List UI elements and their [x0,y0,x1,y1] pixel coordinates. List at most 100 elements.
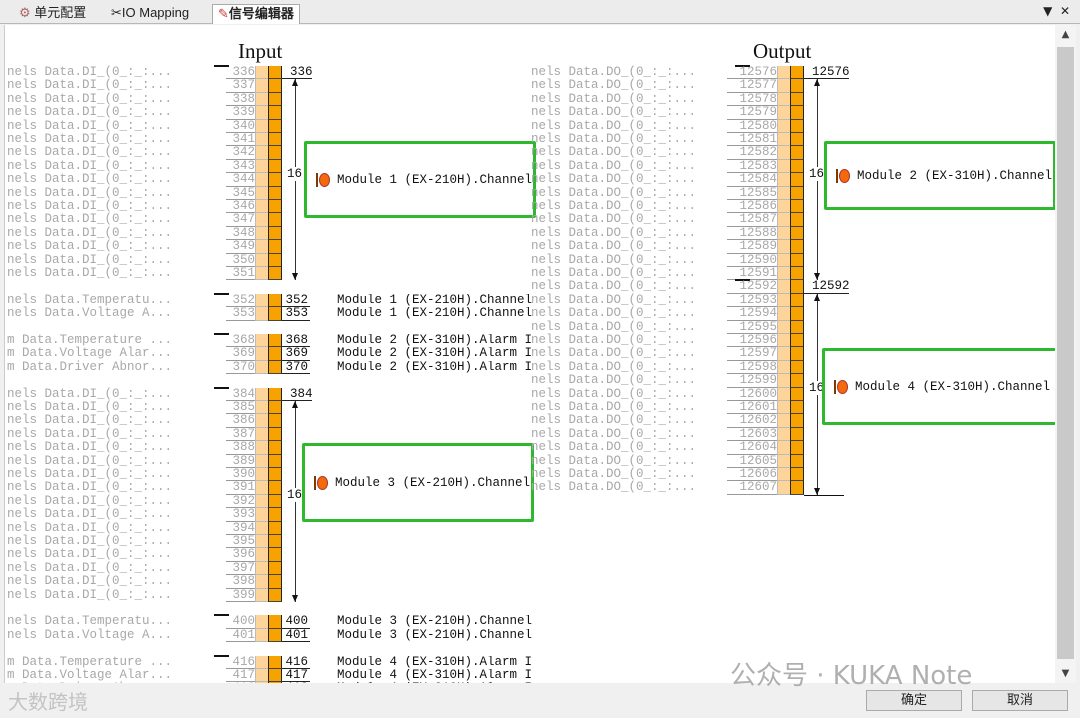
bit-cell[interactable] [790,401,804,415]
signal-label[interactable]: nels Data.DI_(0_:_:... [7,212,172,226]
bit-cell-light[interactable] [777,146,790,160]
bit-cell-light[interactable] [255,159,268,174]
signal-label[interactable]: nels Data.DO_(0_:_:... [531,239,696,253]
mapped-module-text[interactable]: Module 1 (EX-210H).Channel [337,307,533,320]
bit-cell[interactable] [268,293,282,308]
bit-cell-light[interactable] [777,253,790,267]
bit-cell-light[interactable] [777,360,790,375]
bit-cell-light[interactable] [255,334,268,348]
signal-label[interactable]: nels Data.DO_(0_:_:... [531,454,696,468]
bit-cell-light[interactable] [255,669,268,683]
bit-cell[interactable] [268,186,282,200]
bit-cell-light[interactable] [777,468,790,482]
cancel-button[interactable]: 取消 [972,690,1068,711]
bit-cell-light[interactable] [777,401,790,415]
bit-cell[interactable] [790,454,804,468]
bit-cell[interactable] [268,106,282,120]
bit-cell-light[interactable] [777,240,790,254]
bit-cell-light[interactable] [777,414,790,428]
bit-cell-light[interactable] [255,481,268,495]
bit-cell-light[interactable] [777,454,790,468]
bit-cell[interactable] [790,66,804,80]
signal-label[interactable]: nels Data.DI_(0_:_:... [7,494,172,508]
tab-signal-editor[interactable]: ✎信号编辑器 [212,4,300,24]
bit-cell[interactable] [790,133,804,147]
bit-cell[interactable] [268,173,282,187]
signal-label[interactable]: nels Data.DO_(0_:_:... [531,320,696,334]
bit-cell-light[interactable] [777,106,790,120]
bit-cell-light[interactable] [777,119,790,133]
signal-label[interactable]: nels Data.DI_(0_:_:... [7,480,172,494]
bit-cell[interactable] [268,240,282,254]
bit-cell[interactable] [268,146,282,160]
tab-io-mapping[interactable]: ✂IO Mapping [106,4,194,24]
signal-label[interactable]: nels Data.DO_(0_:_:... [531,159,696,173]
bit-cell[interactable] [268,307,282,321]
signal-label[interactable]: nels Data.DI_(0_:_:... [7,454,172,468]
bit-cell-light[interactable] [777,307,790,321]
signal-label[interactable]: nels Data.DI_(0_:_:... [7,78,172,92]
signal-label[interactable]: nels Data.DI_(0_:_:... [7,534,172,548]
bit-cell[interactable] [268,159,282,174]
signal-label[interactable]: nels Data.DO_(0_:_:... [531,105,696,119]
signal-label[interactable]: nels Data.DI_(0_:_:... [7,547,172,561]
signal-label[interactable]: nels Data.DI_(0_:_:... [7,574,172,588]
signal-label[interactable]: m Data.Temperature ... [7,655,172,669]
module-box[interactable]: Module 1 (EX-210H).Channel [304,141,536,218]
scroll-down-icon[interactable]: ▼ [1055,668,1076,679]
signal-label[interactable]: nels Data.Temperatu... [7,293,172,307]
bit-cell-light[interactable] [777,200,790,214]
signal-label[interactable]: nels Data.DO_(0_:_:... [531,427,696,441]
bit-cell-light[interactable] [777,159,790,174]
signal-label[interactable]: m Data.Driver Abnor... [7,360,172,374]
bit-cell-light[interactable] [777,441,790,455]
bit-cell-light[interactable] [255,414,268,428]
bit-cell-light[interactable] [255,468,268,482]
bit-cell-light[interactable] [255,387,268,401]
bit-cell[interactable] [268,628,282,643]
bit-cell-light[interactable] [777,481,790,495]
bit-cell[interactable] [268,226,282,241]
bit-cell-light[interactable] [255,240,268,254]
signal-label[interactable]: nels Data.DO_(0_:_:... [531,387,696,401]
bit-cell[interactable] [790,200,804,214]
bit-cell-light[interactable] [255,575,268,589]
bit-cell[interactable] [268,655,282,669]
bit-cell[interactable] [268,481,282,495]
signal-label[interactable]: nels Data.DO_(0_:_:... [531,226,696,240]
bit-cell[interactable] [790,213,804,227]
bit-cell-light[interactable] [255,119,268,133]
bit-cell[interactable] [268,575,282,589]
bit-cell-light[interactable] [777,133,790,147]
bit-cell[interactable] [268,401,282,415]
bit-cell[interactable] [790,146,804,160]
scrollbar-thumb[interactable] [1057,47,1074,659]
bit-cell[interactable] [268,521,282,535]
mapped-module-text[interactable]: Module 2 (EX-310H).Alarm In [337,361,533,374]
tab-unit-config[interactable]: ⚙ 单元配置 [14,4,91,24]
mapped-module-text[interactable]: Module 4 (EX-310H).Alarm In [337,682,533,683]
bit-cell[interactable] [790,92,804,107]
signal-label[interactable]: nels Data.DI_(0_:_:... [7,387,172,401]
bit-cell-light[interactable] [777,347,790,361]
signal-label[interactable]: nels Data.DO_(0_:_:... [531,132,696,146]
bit-cell-light[interactable] [255,535,268,549]
signal-label[interactable]: nels Data.Voltage A... [7,306,172,320]
signal-label[interactable]: nels Data.DI_(0_:_:... [7,226,172,240]
bit-cell-light[interactable] [255,682,268,683]
bit-cell[interactable] [790,253,804,267]
signal-label[interactable]: nels Data.DO_(0_:_:... [531,253,696,267]
bit-cell[interactable] [790,414,804,428]
bit-cell[interactable] [268,682,282,683]
signal-label[interactable]: nels Data.DI_(0_:_:... [7,65,172,79]
bit-cell-light[interactable] [255,508,268,522]
signal-label[interactable]: nels Data.DO_(0_:_:... [531,199,696,213]
bit-cell-light[interactable] [255,186,268,200]
bit-cell[interactable] [268,441,282,455]
bit-cell-light[interactable] [777,226,790,241]
signal-label[interactable]: nels Data.DO_(0_:_:... [531,413,696,427]
bit-cell-light[interactable] [255,293,268,308]
signal-label[interactable]: nels Data.DI_(0_:_:... [7,172,172,186]
bit-cell[interactable] [268,200,282,214]
signal-label[interactable]: nels Data.DI_(0_:_:... [7,588,172,602]
